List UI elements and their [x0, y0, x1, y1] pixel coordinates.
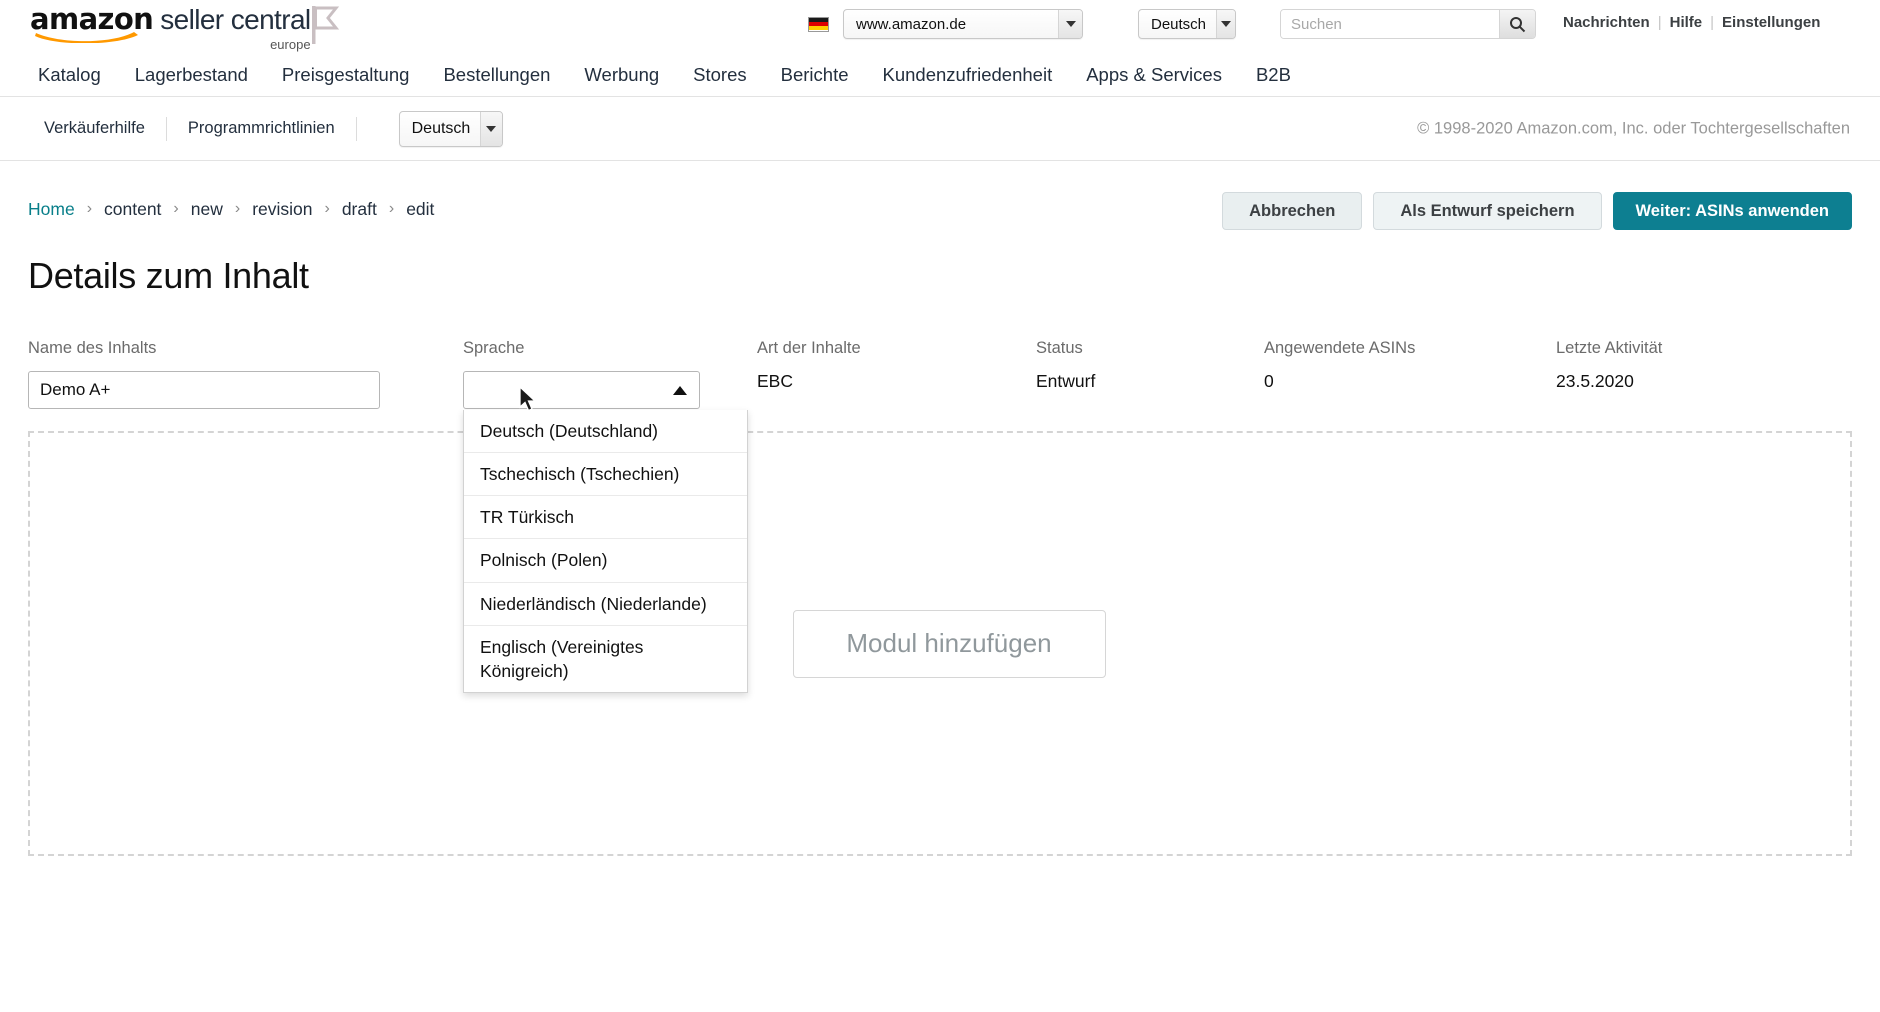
page-title: Details zum Inhalt: [28, 255, 309, 296]
language-option-tschechisch-tschechien[interactable]: Tschechisch (Tschechien): [464, 453, 747, 497]
header-link-divider: |: [1710, 14, 1715, 31]
module-drop-area: Modul hinzufügen: [28, 431, 1852, 856]
field-label-content-name: Name des Inhalts: [28, 339, 157, 357]
language-dropdown-toggle[interactable]: [463, 371, 700, 409]
nav-item-bestellungen[interactable]: Bestellungen: [426, 64, 567, 86]
field-status: Status Entwurf: [1036, 339, 1095, 392]
header-language-select[interactable]: Deutsch: [1138, 9, 1236, 39]
main-navigation: Katalog Lagerbestand Preisgestaltung Bes…: [0, 53, 1880, 97]
field-label-status: Status: [1036, 339, 1083, 357]
marketplace-group: www.amazon.de: [808, 9, 1083, 39]
field-value-content-type: EBC: [757, 371, 793, 391]
de-flag-icon: [808, 16, 829, 32]
copyright-text: © 1998-2020 Amazon.com, Inc. oder Tochte…: [1417, 119, 1850, 137]
search-input[interactable]: [1281, 10, 1499, 38]
sub-language-select[interactable]: Deutsch: [398, 110, 503, 147]
language-option-tr-tuerkisch[interactable]: TR Türkisch: [464, 496, 747, 540]
language-option-niederlaendisch-niederlande[interactable]: Niederländisch (Niederlande): [464, 583, 747, 626]
chevron-down-icon: [1216, 10, 1235, 38]
breadcrumb-item-draft[interactable]: draft: [342, 199, 377, 220]
marketplace-select-value: www.amazon.de: [856, 15, 967, 33]
field-language: Sprache Deutsch (Deutschland) Tschechisc…: [463, 339, 748, 693]
field-label-content-type: Art der Inhalte: [757, 339, 861, 357]
top-header: amazon seller central europe www.amazon.…: [0, 0, 1880, 53]
header-link-help[interactable]: Hilfe: [1670, 14, 1703, 31]
header-link-divider: |: [1657, 14, 1662, 31]
page-content: Home › content › new › revision › draft …: [0, 161, 1880, 856]
language-dropdown: Deutsch (Deutschland) Tschechisch (Tsche…: [463, 371, 748, 693]
chevron-down-icon: [480, 111, 502, 146]
search-button[interactable]: [1499, 10, 1535, 38]
language-dropdown-menu: Deutsch (Deutschland) Tschechisch (Tsche…: [463, 410, 748, 693]
header-links: Nachrichten | Hilfe | Einstellungen: [1563, 14, 1820, 31]
seller-central-text: seller central: [160, 4, 311, 35]
logo-region-text: europe: [270, 37, 311, 52]
field-value-status: Entwurf: [1036, 371, 1096, 391]
field-value-applied-asins: 0: [1264, 371, 1274, 391]
marketplace-select[interactable]: www.amazon.de: [843, 9, 1083, 39]
breadcrumb-separator-icon: ›: [324, 200, 330, 217]
field-label-language: Sprache: [463, 339, 525, 357]
add-module-button[interactable]: Modul hinzufügen: [792, 609, 1106, 678]
flag-marker-icon: [310, 6, 340, 49]
chevron-up-icon: [673, 385, 687, 395]
field-label-last-activity: Letzte Aktivität: [1556, 339, 1663, 357]
save-draft-button[interactable]: Als Entwurf speichern: [1373, 192, 1602, 230]
breadcrumb-separator-icon: ›: [234, 200, 241, 217]
breadcrumb-item-content[interactable]: content: [104, 199, 161, 220]
breadcrumb-separator-icon: ›: [388, 200, 395, 217]
amazon-smile-icon: [35, 32, 138, 43]
nav-item-b2b[interactable]: B2B: [1239, 64, 1308, 86]
sub-language-value: Deutsch: [411, 119, 471, 137]
nav-item-katalog[interactable]: Katalog: [30, 64, 118, 86]
nav-item-preisgestaltung[interactable]: Preisgestaltung: [265, 64, 427, 86]
next-apply-asins-button[interactable]: Weiter: ASINs anwenden: [1612, 192, 1852, 230]
language-option-polnisch-polen[interactable]: Polnisch (Polen): [464, 539, 747, 583]
header-link-messages[interactable]: Nachrichten: [1563, 14, 1650, 31]
breadcrumb-item-new[interactable]: new: [191, 199, 223, 220]
field-content-name: Name des Inhalts: [28, 339, 380, 409]
nav-item-berichte[interactable]: Berichte: [764, 64, 866, 86]
sub-link-verkaeuferhilfe[interactable]: Verkäuferhilfe: [44, 119, 145, 138]
header-language-value: Deutsch: [1151, 15, 1207, 33]
breadcrumb-separator-icon: ›: [86, 200, 93, 217]
content-details-form: Name des Inhalts Sprache Deutsch (Deutsc…: [28, 339, 1852, 693]
nav-item-stores[interactable]: Stores: [676, 64, 763, 86]
breadcrumb-item-home[interactable]: Home: [28, 199, 75, 220]
field-label-applied-asins: Angewendete ASINs: [1264, 339, 1416, 357]
field-applied-asins: Angewendete ASINs 0: [1264, 339, 1415, 392]
sub-nav-divider: [165, 116, 167, 141]
field-content-type: Art der Inhalte EBC: [757, 339, 861, 392]
sub-nav-divider: [355, 116, 357, 141]
nav-item-lagerbestand[interactable]: Lagerbestand: [118, 64, 265, 86]
cancel-button[interactable]: Abbrechen: [1222, 192, 1363, 230]
language-option-englisch-vereinigtes-koenigreich[interactable]: Englisch (Vereinigtes Königreich): [464, 626, 747, 692]
nav-item-kundenzufriedenheit[interactable]: Kundenzufriedenheit: [866, 64, 1070, 86]
nav-item-apps-services[interactable]: Apps & Services: [1069, 64, 1239, 86]
breadcrumb-separator-icon: ›: [173, 200, 179, 217]
action-buttons: Abbrechen Als Entwurf speichern Weiter: …: [1222, 192, 1852, 230]
sub-navigation-bar: Verkäuferhilfe Programmrichtlinien Deuts…: [0, 97, 1880, 161]
field-value-last-activity: 23.5.2020: [1556, 371, 1634, 391]
breadcrumb-item-edit: edit: [406, 198, 435, 219]
content-name-input[interactable]: [28, 371, 380, 409]
nav-item-werbung[interactable]: Werbung: [567, 64, 676, 86]
field-last-activity: Letzte Aktivität 23.5.2020: [1556, 339, 1662, 392]
search-bar: [1280, 9, 1536, 39]
header-link-settings[interactable]: Einstellungen: [1722, 14, 1820, 31]
search-icon: [1510, 16, 1526, 32]
chevron-down-icon: [1058, 10, 1082, 38]
sub-link-programmrichtlinien[interactable]: Programmrichtlinien: [188, 119, 335, 138]
language-option-deutsch-deutschland[interactable]: Deutsch (Deutschland): [464, 410, 747, 454]
breadcrumb-item-revision[interactable]: revision: [252, 199, 312, 220]
amazon-seller-central-logo[interactable]: amazon seller central europe: [30, 2, 311, 52]
amazon-wordmark: amazon: [30, 2, 154, 43]
